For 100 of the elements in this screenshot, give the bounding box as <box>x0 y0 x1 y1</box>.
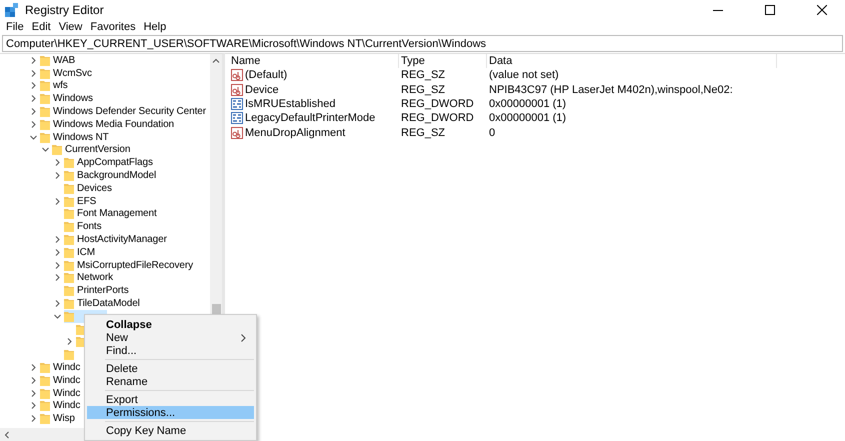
tree-item[interactable]: wfs <box>40 80 71 92</box>
context-menu-item[interactable]: Rename <box>87 375 254 388</box>
registry-cubes-icon <box>5 3 19 17</box>
value-data: 0 <box>488 126 496 140</box>
tree-item[interactable]: MsiCorruptedFileRecovery <box>64 258 196 272</box>
tree-item[interactable]: Windows Defender Security Center <box>40 105 209 118</box>
folder-icon <box>40 118 50 130</box>
folder-icon <box>64 246 74 258</box>
tree-item[interactable]: Windc <box>40 361 84 374</box>
folder-icon <box>40 68 50 79</box>
tree-item[interactable]: PrinterPorts <box>64 284 132 298</box>
context-menu-item[interactable]: Delete <box>87 362 254 375</box>
maximize-icon <box>765 5 775 15</box>
folder-icon <box>40 400 50 412</box>
tree-item[interactable]: Windc <box>40 386 84 400</box>
tree-item[interactable]: ICM <box>64 246 98 259</box>
value-type: REG_SZ <box>400 126 446 140</box>
value-name-text: MenuDropAlignment <box>245 126 346 139</box>
close-icon <box>817 5 827 15</box>
value-name-text: LegacyDefaultPrinterMode <box>245 112 376 124</box>
folder-icon <box>52 144 62 156</box>
chevron-right-icon[interactable] <box>66 338 72 346</box>
context-menu-item[interactable]: Find... <box>87 344 254 357</box>
value-name[interactable]: IsMRUEstablished <box>229 96 399 112</box>
scroll-left-icon[interactable] <box>3 430 11 438</box>
menu-item[interactable]: View <box>58 21 82 33</box>
folder-icon <box>64 272 74 284</box>
value-type: REG_SZ <box>400 82 446 97</box>
folder-icon <box>64 182 74 194</box>
value-type: REG_DWORD <box>400 111 475 126</box>
folder-icon <box>64 298 74 310</box>
value-name[interactable]: (Default) <box>229 68 399 82</box>
tree-item[interactable]: Windows Media Foundation <box>40 118 177 131</box>
tree-item[interactable]: TileDataModel <box>64 297 143 310</box>
context-menu-item[interactable]: Permissions... <box>87 406 254 419</box>
folder-icon <box>40 362 50 374</box>
chevron-right-icon[interactable] <box>54 300 60 308</box>
value-data: 0x00000001 (1) <box>488 96 568 112</box>
folder-icon <box>64 221 74 232</box>
column-header[interactable]: Type <box>399 54 487 68</box>
value-name[interactable]: LegacyDefaultPrinterMode <box>229 111 399 126</box>
folder-icon <box>40 54 50 66</box>
tree-item[interactable]: Windows <box>40 92 96 106</box>
value-name[interactable]: Device <box>229 82 399 97</box>
context-menu-item[interactable]: Copy Key Name <box>87 424 254 437</box>
folder-icon <box>64 349 74 360</box>
folder-icon <box>40 413 50 424</box>
column-header[interactable]: Name <box>229 54 399 68</box>
scroll-up-icon[interactable] <box>212 57 220 65</box>
folder-icon <box>64 234 74 246</box>
menu-item[interactable]: Edit <box>32 21 51 33</box>
string-value-icon <box>231 84 243 96</box>
tree-item[interactable]: AppCompatFlags <box>64 156 156 170</box>
folder-icon <box>40 80 50 92</box>
folder-icon <box>40 132 50 143</box>
menu-item[interactable]: Help <box>144 21 166 33</box>
menu-item[interactable]: File <box>6 21 24 33</box>
tree-item[interactable]: Windows NT <box>40 130 112 144</box>
chevron-down-icon[interactable] <box>54 312 60 320</box>
tree-item[interactable]: WAB <box>40 54 78 67</box>
folder-icon <box>64 260 74 271</box>
binary-value-icon <box>231 98 243 110</box>
binary-value-icon <box>231 112 243 124</box>
value-name[interactable]: MenuDropAlignment <box>229 126 399 140</box>
folder-icon <box>64 208 74 220</box>
folder-icon <box>40 93 50 104</box>
tree-item[interactable]: WcmSvc <box>40 66 95 80</box>
chevron-right-icon[interactable] <box>54 198 60 205</box>
tree-item[interactable]: Windc <box>40 374 84 387</box>
tree-item[interactable]: Devices <box>64 182 115 195</box>
tree-item[interactable]: HostActivityManager <box>64 233 170 246</box>
folder-icon <box>64 157 74 168</box>
string-value-icon <box>231 126 243 139</box>
value-type: REG_SZ <box>400 68 446 82</box>
tree-item[interactable]: BackgroundModel <box>64 169 160 182</box>
menu-item[interactable]: Favorites <box>90 21 136 33</box>
value-type: REG_DWORD <box>400 96 475 112</box>
value-name-text: IsMRUEstablished <box>245 98 336 110</box>
context-menu-item[interactable]: New <box>87 331 254 344</box>
tree-item[interactable]: Wisp <box>40 412 78 426</box>
value-data: NPIB43C97 (HP LaserJet M402n),winspool,Ne02: <box>488 82 734 97</box>
window-title: Registry Editor <box>25 3 105 17</box>
tree-item[interactable]: EFS <box>64 194 100 208</box>
tree-item[interactable]: Windc <box>40 400 84 412</box>
tree-item[interactable]: CurrentVersion <box>52 144 134 156</box>
folder-icon <box>40 106 50 118</box>
value-data: 0x00000001 (1) <box>488 111 568 126</box>
column-header[interactable]: Data <box>487 54 777 68</box>
tree-item[interactable]: Fonts <box>64 220 105 234</box>
value-data: (value not set) <box>488 68 560 82</box>
context-menu-item[interactable]: Collapse <box>87 318 254 331</box>
address-field[interactable]: Computer\HKEY_CURRENT_USER\SOFTWARE\Microsoft\Windows NT\CurrentVersion\Windows <box>2 35 843 52</box>
context-menu-item[interactable]: Export <box>87 393 254 406</box>
folder-icon <box>40 374 50 386</box>
folder-icon <box>64 196 74 207</box>
folder-icon <box>64 285 74 296</box>
folder-icon <box>64 310 74 322</box>
tree-item[interactable]: Font Management <box>64 208 160 220</box>
tree-item[interactable]: Network <box>64 272 116 284</box>
folder-icon <box>64 170 74 182</box>
